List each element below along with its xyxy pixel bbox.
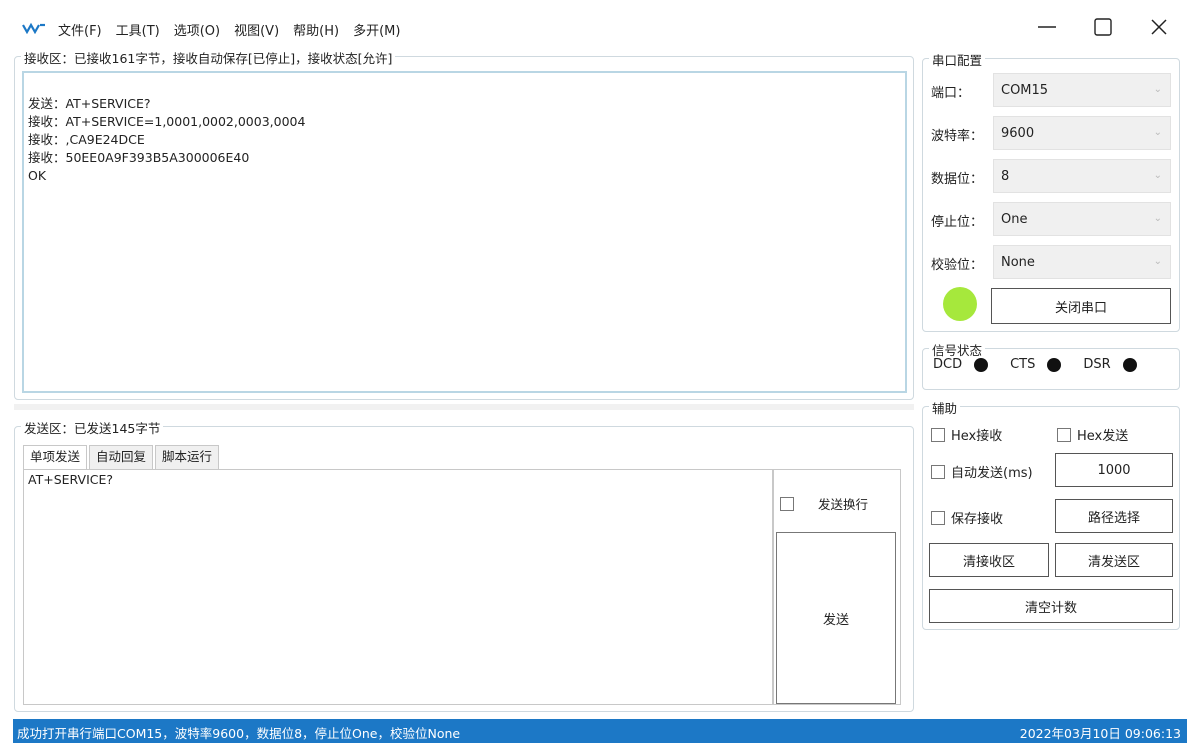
databits-row: 数据位： 8 ⌄ [931, 159, 1171, 193]
aux-group: 辅助 Hex接收 Hex发送 自动发送(ms) 保存接收 路径选择 清接收区 清… [922, 398, 1180, 630]
send-newline-option[interactable]: 发送换行 [780, 494, 868, 513]
send-input[interactable]: AT+SERVICE? [23, 469, 773, 705]
databits-label: 数据位： [931, 172, 984, 187]
close-icon [1151, 19, 1167, 35]
receive-line: 接收：AT+SERVICE=1,0001,0002,0003,0004 [28, 114, 306, 129]
menu-file[interactable]: 文件(F) [58, 20, 102, 39]
chevron-down-icon: ⌄ [1153, 213, 1162, 224]
parity-value: None [1001, 255, 1035, 270]
dsr-indicator [1122, 357, 1137, 372]
stopbits-value: One [1001, 212, 1028, 227]
receive-text-area[interactable]: 发送：AT+SERVICE? 接收：AT+SERVICE=1,0001,0002… [22, 71, 907, 393]
tab-script-run[interactable]: 脚本运行 [155, 445, 220, 469]
send-tabs: 单项发送 自动回复 脚本运行 [23, 445, 221, 469]
cts-indicator [1047, 357, 1062, 372]
receive-line: 接收：,CA9E24DCE [28, 132, 145, 147]
auto-send-checkbox[interactable] [931, 464, 945, 479]
hex-recv-label: Hex接收 [951, 429, 1003, 444]
save-recv-label: 保存接收 [951, 512, 1004, 527]
databits-select[interactable]: 8 ⌄ [993, 159, 1171, 193]
port-value: COM15 [1001, 83, 1049, 98]
parity-select[interactable]: None ⌄ [993, 245, 1171, 279]
menu-view[interactable]: 视图(V) [234, 20, 279, 39]
chevron-down-icon: ⌄ [1153, 84, 1162, 95]
save-recv-option[interactable]: 保存接收 [931, 508, 1003, 527]
send-controls: 发送换行 发送 [773, 469, 901, 705]
baud-value: 9600 [1001, 126, 1035, 141]
port-status-led [943, 287, 977, 321]
dcd-label: DCD [933, 357, 963, 372]
hex-send-option[interactable]: Hex发送 [1057, 425, 1128, 444]
menu-bar: 文件(F) 工具(T) 选项(O) 视图(V) 帮助(H) 多开(M) [58, 20, 414, 39]
tab-auto-reply[interactable]: 自动回复 [89, 445, 154, 469]
cts-label: CTS [1010, 357, 1036, 372]
app-logo-icon [22, 22, 45, 34]
port-select[interactable]: COM15 ⌄ [993, 73, 1171, 107]
minimize-icon [1038, 26, 1056, 28]
dsr-label: DSR [1083, 357, 1111, 372]
menu-options[interactable]: 选项(O) [174, 20, 220, 39]
send-newline-checkbox[interactable] [780, 496, 794, 511]
save-recv-checkbox[interactable] [931, 510, 945, 525]
port-label: 端口： [931, 86, 971, 101]
aux-title: 辅助 [929, 398, 961, 417]
serial-config-title: 串口配置 [929, 50, 986, 69]
auto-send-interval-input[interactable] [1055, 453, 1173, 487]
chevron-down-icon: ⌄ [1153, 127, 1162, 138]
maximize-icon [1094, 18, 1112, 36]
serial-config-group: 串口配置 端口： COM15 ⌄ 波特率： 9600 ⌄ 数据位： 8 ⌄ 停止… [922, 50, 1180, 332]
receive-line: OK [28, 168, 47, 183]
stopbits-label: 停止位： [931, 215, 984, 230]
baud-select[interactable]: 9600 ⌄ [993, 116, 1171, 150]
databits-value: 8 [1001, 169, 1010, 184]
title-bar: 文件(F) 工具(T) 选项(O) 视图(V) 帮助(H) 多开(M) [0, 0, 1199, 52]
send-button[interactable]: 发送 [776, 532, 896, 704]
stopbits-row: 停止位： One ⌄ [931, 202, 1171, 236]
baud-row: 波特率： 9600 ⌄ [931, 116, 1171, 150]
clear-recv-button[interactable]: 清接收区 [929, 543, 1049, 577]
send-title: 发送区：已发送145字节 [21, 418, 164, 437]
parity-row: 校验位： None ⌄ [931, 245, 1171, 279]
baud-label: 波特率： [931, 129, 984, 144]
receive-title: 接收区：已接收161字节，接收自动保存[已停止]，接收状态[允许] [21, 48, 396, 67]
hex-send-label: Hex发送 [1077, 429, 1129, 444]
hex-send-checkbox[interactable] [1057, 427, 1071, 442]
receive-line: 发送：AT+SERVICE? [28, 96, 151, 111]
signal-status-group: 信号状态 DCD CTS DSR [922, 340, 1180, 390]
port-row: 端口： COM15 ⌄ [931, 73, 1171, 107]
menu-tools[interactable]: 工具(T) [116, 20, 160, 39]
chevron-down-icon: ⌄ [1153, 256, 1162, 267]
dcd-indicator [974, 357, 989, 372]
auto-send-label: 自动发送(ms) [951, 466, 1033, 481]
chevron-down-icon: ⌄ [1153, 170, 1162, 181]
clear-count-button[interactable]: 清空计数 [929, 589, 1173, 623]
hex-recv-checkbox[interactable] [931, 427, 945, 442]
minimize-button[interactable] [1032, 12, 1062, 42]
stopbits-select[interactable]: One ⌄ [993, 202, 1171, 236]
signal-indicators: DCD CTS DSR [933, 357, 1137, 372]
close-button[interactable] [1144, 12, 1174, 42]
panel-splitter[interactable] [14, 404, 914, 410]
menu-multi[interactable]: 多开(M) [353, 20, 400, 39]
receive-line: 接收：50EE0A9F393B5A300006E40 [28, 150, 250, 165]
tab-single-send[interactable]: 单项发送 [23, 445, 88, 469]
auto-send-option[interactable]: 自动发送(ms) [931, 462, 1033, 481]
receive-group: 接收区：已接收161字节，接收自动保存[已停止]，接收状态[允许] 发送：AT+… [14, 48, 914, 400]
menu-help[interactable]: 帮助(H) [293, 20, 339, 39]
hex-recv-option[interactable]: Hex接收 [931, 425, 1002, 444]
status-message: 成功打开串行端口COM15，波特率9600，数据位8，停止位One，校验位Non… [17, 726, 461, 741]
send-group: 发送区：已发送145字节 单项发送 自动回复 脚本运行 AT+SERVICE? … [14, 418, 914, 712]
status-datetime: 2022年03月10日 09:06:13 [1019, 726, 1181, 741]
parity-label: 校验位： [931, 258, 984, 273]
send-newline-label: 发送换行 [818, 497, 869, 512]
clear-send-button[interactable]: 清发送区 [1055, 543, 1173, 577]
close-port-button[interactable]: 关闭串口 [991, 288, 1171, 324]
status-bar: 成功打开串行端口COM15，波特率9600，数据位8，停止位One，校验位Non… [13, 719, 1187, 743]
path-select-button[interactable]: 路径选择 [1055, 499, 1173, 533]
maximize-button[interactable] [1088, 12, 1118, 42]
